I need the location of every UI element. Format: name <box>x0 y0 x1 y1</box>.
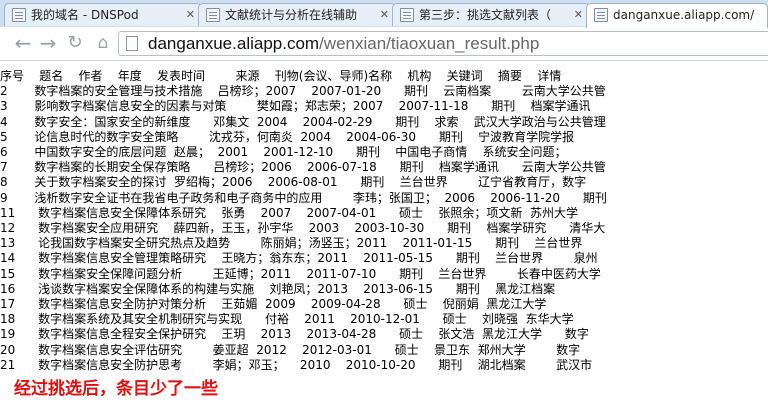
tab-title: 我的域名 - DNSPod <box>31 8 139 22</box>
page-icon <box>594 8 608 22</box>
tab-stats[interactable]: 文献统计与分析在线辅助 ✕ <box>198 3 396 26</box>
table-row: 7 数字档案的长期安全保存策略 吕榜珍；2006 2006-07-18 期刊 档… <box>0 160 606 175</box>
table-header: 序号 题名 作者 年度 发表时间 来源 刊物(会议、导师)名称 机构 关键词 摘… <box>0 69 562 83</box>
tab-title: 文献统计与分析在线辅助 <box>225 8 358 22</box>
table-row: 15 数字档案安全保障问题分析 王延博；2011 2011-07-10 期刊 兰… <box>0 266 601 281</box>
page-icon <box>126 36 138 51</box>
table-row: 19 数字档案信息全程安全保护研究 王玥 2013 2013-04-28 硕士 … <box>0 327 589 342</box>
table-row: 6 中国数字安全的底层问题 赵晨； 2001 2001-12-10 期刊 中国电… <box>0 145 567 159</box>
browser-toolbar: ← → ↻ ⌂ danganxue.aliapp.com/wenxian/tia… <box>0 27 768 61</box>
close-icon[interactable]: ✕ <box>574 4 583 26</box>
reload-icon[interactable]: ↻ <box>64 32 86 54</box>
page-icon <box>12 8 26 22</box>
table-row: 12 数字档案安全应用研究 薛四新，王玉，孙宇华 2003 2003-10-30… <box>0 221 606 235</box>
home-icon[interactable]: ⌂ <box>92 32 114 54</box>
tab-result[interactable]: danganxue.aliapp.com/ <box>586 3 768 28</box>
page-icon <box>400 8 414 22</box>
table-row: 2 数字档案的安全管理与技术措施 吕榜珍；2007 2007-01-20 期刊 … <box>0 84 606 99</box>
tab-dnspod[interactable]: 我的域名 - DNSPod ✕ <box>4 3 202 26</box>
table-row: 21 数字档案信息安全防护思考 李娟；邓玉； 2010 2010-10-20 期… <box>0 357 593 372</box>
close-icon[interactable]: ✕ <box>186 4 195 26</box>
table-row: 9 浅析数字安全证书在我省电子政务和电子商务中的应用 李玮；张国卫； 2006 … <box>0 190 607 205</box>
page-content: 序号 题名 作者 年度 发表时间 来源 刊物(会议、导师)名称 机构 关键词 摘… <box>0 61 768 412</box>
url-text[interactable]: danganxue.aliapp.com/wenxian/tiaoxuan_re… <box>148 32 539 55</box>
table-row: 13 论我国数字档案安全研究热点及趋势 陈丽娟；汤竖玉；2011 2011-01… <box>0 236 583 251</box>
table-row: 14 数字档案信息安全管理策略研究 王晓方；翁东东；2011 2011-05-1… <box>0 251 598 266</box>
forward-arrow-icon[interactable]: → <box>37 32 59 54</box>
url-path: /wenxian/tiaoxuan_result.php <box>319 34 540 53</box>
tab-strip: 我的域名 - DNSPod ✕ 文献统计与分析在线辅助 ✕ 第三步：挑选文献列表… <box>0 0 768 28</box>
table-row: 5 论信息时代的数字安全策略 沈戎芬，何南炎 2004 2004-06-30 期… <box>0 129 575 144</box>
table-row: 17 数字档案信息安全防护对策分析 王茹媚 2009 2009-04-28 硕士… <box>0 297 547 311</box>
back-arrow-icon[interactable]: ← <box>12 32 34 54</box>
tab-title: 第三步：挑选文献列表（ <box>419 8 552 22</box>
url-host: danganxue.aliapp.com <box>148 34 320 53</box>
tab-title: danganxue.aliapp.com/ <box>613 8 755 22</box>
table-row: 8 关于数字档案安全的探讨 罗绍梅；2006 2006-08-01 期刊 兰台世… <box>0 175 587 190</box>
table-row: 4 数字安全：国家安全的新维度 邓集文 2004 2004-02-29 期刊 求… <box>0 114 606 129</box>
table-row: 18 数字档案系统及其安全机制研究与实现 付裕 2011 2010-12-01 … <box>0 312 574 327</box>
annotation-note: 经过挑选后，条目少了一些 <box>14 379 218 399</box>
table-row: 16 浅谈数字档案安全保障体系的构建与实施 刘艳凤；2013 2013-06-1… <box>0 281 556 296</box>
close-icon[interactable]: ✕ <box>380 4 389 26</box>
table-row: 3 影响数字档案信息安全的因素与对策 樊如霞；郑志荣；2007 2007-11-… <box>0 99 591 114</box>
page-icon <box>206 8 220 22</box>
tab-step3[interactable]: 第三步：挑选文献列表（ ✕ <box>392 3 590 26</box>
table-row: 20 数字档案信息安全评估研究 姜亚超 2012 2012-03-01 硕士 景… <box>0 342 581 357</box>
address-bar[interactable]: danganxue.aliapp.com/wenxian/tiaoxuan_re… <box>118 31 768 56</box>
table-row: 11 数字档案信息安全保障体系研究 张勇 2007 2007-04-01 硕士 … <box>0 205 578 220</box>
